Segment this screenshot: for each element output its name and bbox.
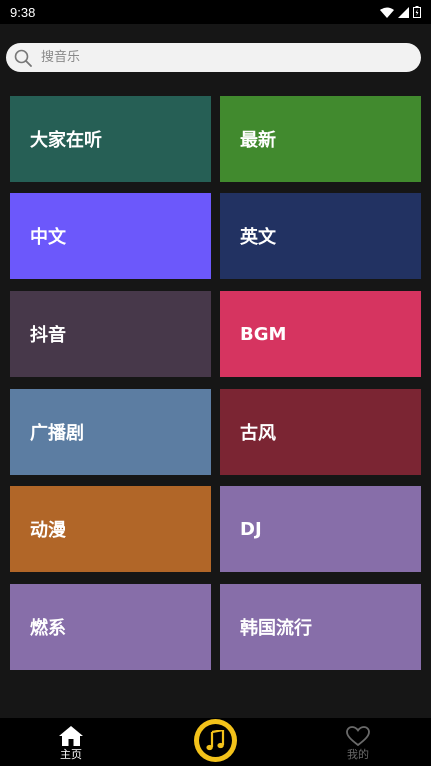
category-tile-dongman[interactable]: 动漫	[10, 486, 211, 572]
nav-mine[interactable]: 我的	[318, 718, 398, 766]
nav-home[interactable]: 主页	[31, 718, 111, 766]
category-tile-hanguoliuxing[interactable]: 韩国流行	[220, 584, 421, 670]
nav-home-label: 主页	[60, 748, 82, 761]
category-label: 燃系	[30, 618, 66, 639]
player-button[interactable]	[194, 719, 237, 762]
nav-mine-label: 我的	[347, 748, 369, 761]
search-bar[interactable]	[6, 43, 421, 72]
player-button-inner	[199, 724, 232, 757]
category-label: 古风	[240, 423, 276, 444]
home-icon	[59, 726, 83, 746]
category-label: 广播剧	[30, 423, 84, 444]
status-time: 9:38	[10, 4, 36, 20]
music-note-icon	[205, 729, 224, 750]
category-label: 大家在听	[30, 130, 102, 151]
search-input[interactable]	[39, 49, 403, 66]
status-icons	[380, 6, 421, 18]
category-tile-douyin[interactable]: 抖音	[10, 291, 211, 377]
category-tile-zuixin[interactable]: 最新	[220, 96, 421, 182]
category-label: 英文	[240, 227, 276, 248]
category-label: 抖音	[30, 325, 66, 346]
status-bar: 9:38	[0, 0, 431, 24]
category-tile-yingwen[interactable]: 英文	[220, 193, 421, 279]
category-tile-bgm[interactable]: BGM	[220, 291, 421, 377]
category-tile-ranxi[interactable]: 燃系	[10, 584, 211, 670]
battery-icon	[413, 6, 421, 18]
signal-icon	[398, 6, 409, 18]
category-label: DJ	[240, 518, 262, 540]
category-tile-zhongwen[interactable]: 中文	[10, 193, 211, 279]
category-label: 中文	[30, 227, 66, 248]
category-label: 韩国流行	[240, 618, 312, 639]
heart-icon	[346, 726, 370, 746]
category-label: BGM	[240, 323, 287, 345]
search-icon	[14, 49, 32, 67]
category-label: 最新	[240, 130, 276, 151]
wifi-icon	[380, 7, 394, 18]
category-tile-dj[interactable]: DJ	[220, 486, 421, 572]
category-tile-guangboju[interactable]: 广播剧	[10, 389, 211, 475]
category-tile-gufeng[interactable]: 古风	[220, 389, 421, 475]
category-label: 动漫	[30, 520, 66, 541]
category-tile-dajiazaiting[interactable]: 大家在听	[10, 96, 211, 182]
